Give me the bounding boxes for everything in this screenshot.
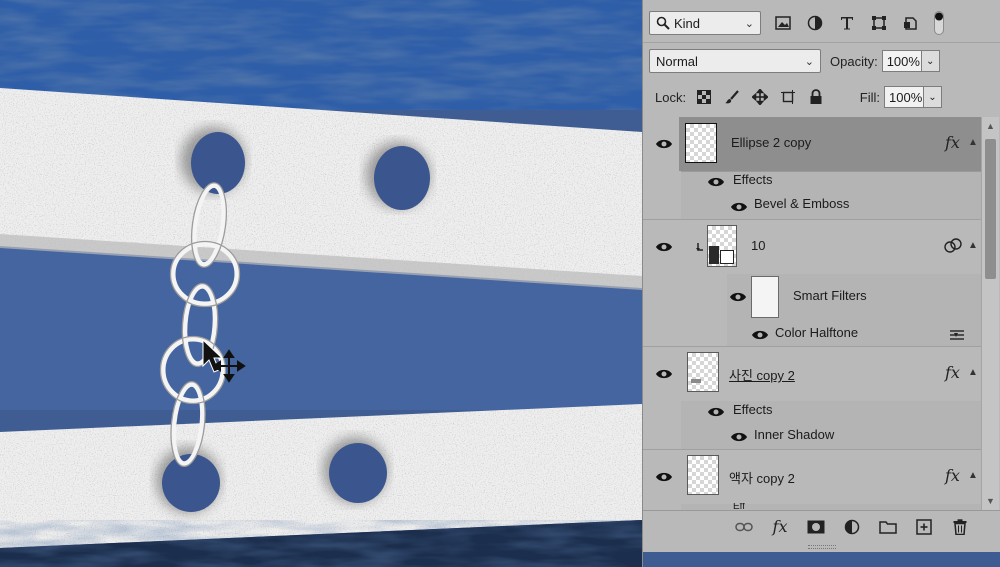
layer-frame-copy-2[interactable]: 액자 copy 2 fx ▲ Eff — [643, 450, 981, 510]
layers-footer-toolbar: fx — [643, 510, 1000, 542]
filter-shape-icon[interactable] — [869, 13, 889, 33]
delete-layer-trash-icon[interactable] — [949, 516, 971, 538]
lock-all-padlock-icon[interactable] — [806, 87, 826, 107]
lock-image-pixels-brush-icon[interactable] — [722, 87, 742, 107]
smart-filters-label: Smart Filters — [793, 288, 867, 303]
smart-object-badge-icon — [720, 250, 734, 264]
visibility-eye-icon[interactable] — [730, 431, 748, 443]
opacity-dropdown-button[interactable]: ⌄ — [921, 50, 940, 72]
panel-resize-grip[interactable] — [808, 545, 836, 549]
chevron-down-icon: ⌄ — [744, 17, 754, 30]
visibility-eye-icon[interactable] — [707, 176, 725, 188]
effect-item: Bevel & Emboss — [754, 196, 850, 211]
opacity-input[interactable]: 100% — [881, 50, 922, 72]
new-layer-icon[interactable] — [913, 516, 935, 538]
lock-transparent-pixels-icon[interactable] — [694, 87, 714, 107]
document-canvas[interactable] — [0, 0, 642, 567]
new-group-folder-icon[interactable] — [877, 516, 899, 538]
link-layers-icon[interactable] — [733, 516, 755, 538]
blend-mode-value: Normal — [656, 53, 698, 69]
effects-label: Eff — [733, 503, 746, 510]
layer-thumbnail — [687, 352, 719, 392]
lock-artboard-icon[interactable] — [778, 87, 798, 107]
layer-thumbnail — [707, 225, 737, 267]
smart-filters-mask-thumbnail[interactable] — [751, 276, 779, 318]
scroll-up-arrow-icon[interactable]: ▲ — [986, 121, 995, 131]
fx-icon[interactable]: fx — [945, 363, 960, 382]
visibility-eye-icon[interactable] — [655, 471, 673, 483]
hole-bottom-right — [329, 443, 387, 503]
scroll-down-arrow-icon[interactable]: ▼ — [986, 496, 995, 506]
lock-position-move-icon[interactable] — [750, 87, 770, 107]
layer-name: 10 — [751, 238, 766, 253]
canvas-peek-below-panel — [643, 552, 1000, 567]
layers-scrollbar[interactable]: ▲ ▼ — [981, 117, 999, 510]
filter-adjustment-icon[interactable] — [805, 13, 825, 33]
fill-label: Fill: — [859, 89, 880, 105]
opacity-label: Opacity: — [830, 53, 878, 69]
add-layer-style-fx-icon[interactable]: fx — [769, 516, 791, 538]
expand-caret-icon[interactable]: ▲ — [968, 137, 978, 148]
lock-label: Lock: — [655, 89, 687, 105]
lock-row: Lock: Fill: 100% ⌄ — [643, 84, 1000, 110]
visibility-eye-icon[interactable] — [730, 201, 748, 213]
scrollbar-thumb[interactable] — [985, 139, 996, 279]
filter-blending-options-icon[interactable] — [949, 329, 965, 341]
fill-input[interactable]: 100% — [884, 86, 924, 108]
canvas-artwork — [0, 0, 642, 567]
clipping-mask-arrow-icon — [696, 243, 703, 251]
new-adjustment-layer-icon[interactable] — [841, 516, 863, 538]
expand-caret-icon[interactable]: ▲ — [968, 367, 978, 378]
filter-row: Kind ⌄ — [643, 8, 1000, 38]
fx-icon[interactable]: fx — [945, 133, 960, 152]
effect-item: Inner Shadow — [754, 427, 835, 442]
visibility-eye-icon[interactable] — [655, 241, 673, 253]
layers-list: Ellipse 2 copy fx ▲ Effects Bevel & Embo… — [643, 117, 981, 510]
filter-smart-object-icon[interactable] — [901, 13, 921, 33]
add-mask-icon[interactable] — [805, 516, 827, 538]
layer-name: 액자 copy 2 — [729, 471, 795, 486]
layer-thumbnail — [687, 455, 719, 495]
layer-name: Ellipse 2 copy — [731, 135, 812, 150]
visibility-eye-icon[interactable] — [729, 291, 747, 303]
hole-top-right — [374, 146, 430, 210]
blend-row: Normal ⌄ Opacity: 100% ⌄ — [643, 47, 1000, 75]
fx-icon[interactable]: fx — [945, 466, 960, 485]
filter-type-icon[interactable] — [837, 13, 857, 33]
visibility-eye-icon[interactable] — [655, 138, 673, 150]
search-icon — [656, 16, 670, 30]
visibility-eye-icon[interactable] — [655, 368, 673, 380]
smart-filter-options-icon[interactable] — [944, 238, 962, 254]
layer-photo-copy-2[interactable]: 사진 copy 2 fx ▲ Effects Inner Shadow — [643, 347, 981, 449]
blend-mode-dropdown[interactable]: Normal ⌄ — [649, 49, 821, 73]
layer-thumbnail — [685, 123, 717, 163]
effects-label: Effects — [733, 172, 773, 187]
layers-panel: Kind ⌄ Normal ⌄ Opacity: 100% ⌄ Lock: Fi… — [642, 0, 1000, 567]
filter-pixel-icon[interactable] — [773, 13, 793, 33]
visibility-eye-icon[interactable] — [707, 406, 725, 418]
filter-item: Color Halftone — [775, 325, 859, 340]
chevron-down-icon: ⌄ — [804, 55, 814, 68]
filter-kind-label: Kind — [674, 15, 701, 31]
expand-caret-icon[interactable]: ▲ — [968, 240, 978, 251]
layer-ellipse-2-copy[interactable]: Ellipse 2 copy fx ▲ Effects Bevel & Embo… — [643, 117, 981, 219]
layer-10[interactable]: 10 ▲ Smart Filters Color Halftone — [643, 220, 981, 346]
fill-dropdown-button[interactable]: ⌄ — [924, 86, 942, 108]
expand-caret-icon[interactable]: ▲ — [968, 470, 978, 481]
filter-kind-dropdown[interactable]: Kind ⌄ — [649, 11, 761, 35]
effects-label: Effects — [733, 402, 773, 417]
filter-toggle-switch[interactable] — [929, 11, 949, 35]
visibility-eye-icon[interactable] — [751, 329, 769, 341]
layer-name: 사진 copy 2 — [729, 368, 795, 383]
